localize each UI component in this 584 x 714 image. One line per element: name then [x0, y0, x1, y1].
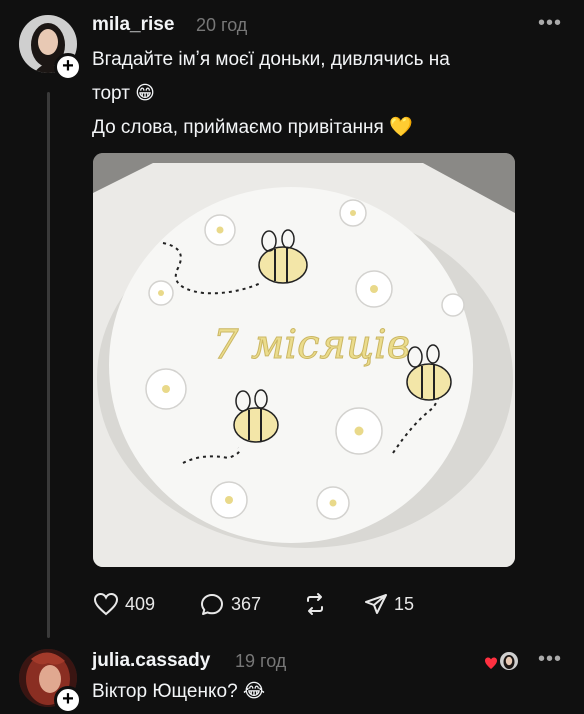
more-options-icon[interactable]: ••• [538, 12, 562, 35]
heart-icon [485, 657, 497, 669]
follow-plus-icon[interactable]: + [54, 53, 82, 81]
cake-lettering: 7 місяців [213, 322, 410, 368]
heart-icon [93, 592, 119, 616]
comment-button[interactable]: 367 [199, 591, 261, 617]
post-text-line-2: торт 😁 [92, 83, 155, 104]
thread-line [47, 92, 50, 638]
share-button[interactable]: 15 [364, 591, 414, 617]
reply-time: 19 год [235, 651, 287, 671]
reply-text: Віктор Ющенко? 😂 [92, 681, 266, 702]
repost-icon [307, 593, 323, 615]
reply-follow-plus-icon[interactable]: + [54, 686, 82, 714]
reply-more-options-icon[interactable]: ••• [538, 648, 562, 671]
share-count: 15 [394, 593, 415, 614]
post-text-line-3: До слова, приймаємо привітання 💛 [92, 117, 413, 138]
send-icon [365, 594, 387, 614]
reply-username[interactable]: julia.cassady [92, 650, 210, 672]
post-photo[interactable]: 7 місяців [93, 153, 515, 567]
post-time: 20 год [196, 15, 248, 35]
liked-by-author-badge [484, 650, 520, 672]
post-text-line-1: Вгадайте імʼя моєї доньки, дивлячись на [92, 49, 450, 70]
like-button[interactable]: 409 [93, 591, 155, 617]
comment-icon [201, 594, 223, 615]
post-username[interactable]: mila_rise [92, 14, 174, 36]
comment-count: 367 [231, 593, 262, 614]
like-count: 409 [125, 593, 156, 614]
repost-button[interactable] [303, 591, 327, 617]
